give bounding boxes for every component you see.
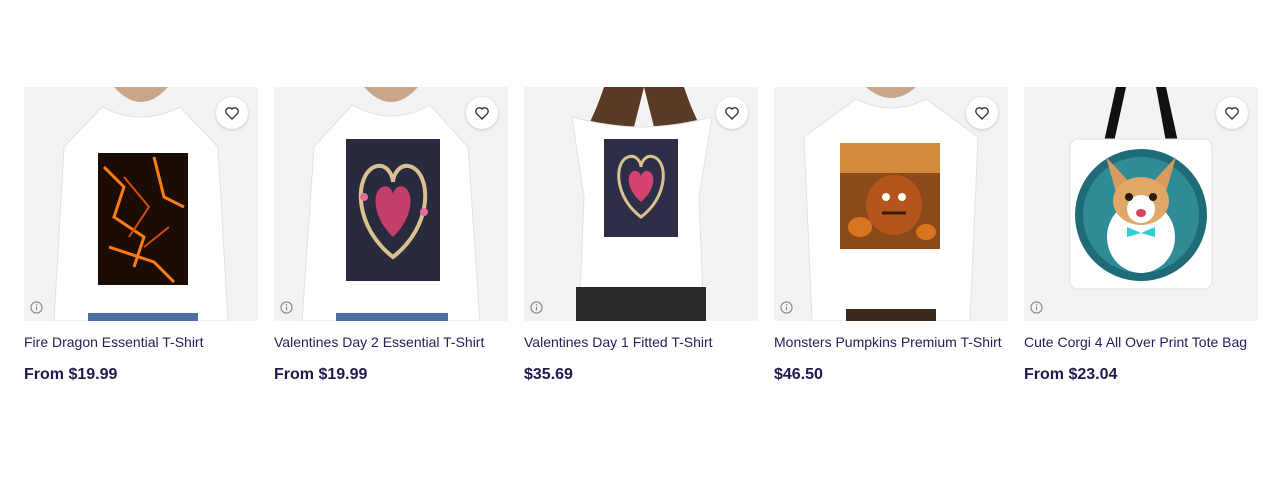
favorite-button[interactable] [466,97,498,129]
product-grid: Fire Dragon Essential T-Shirt From $19.9… [24,87,1258,385]
favorite-button[interactable] [716,97,748,129]
info-icon[interactable] [1030,301,1043,314]
product-image[interactable] [24,87,258,321]
heart-icon [225,107,239,120]
product-image[interactable] [274,87,508,321]
product-card[interactable]: Valentines Day 1 Fitted T-Shirt $35.69 [524,87,758,385]
product-image[interactable] [524,87,758,321]
info-icon[interactable] [30,301,43,314]
product-price: $35.69 [524,366,573,383]
product-price: From $19.99 [24,366,118,383]
product-card[interactable]: Valentines Day 2 Essential T-Shirt From … [274,87,508,385]
favorite-button[interactable] [216,97,248,129]
heart-icon [975,107,989,120]
product-title[interactable]: Valentines Day 2 Essential T-Shirt [274,333,508,351]
product-card[interactable]: Fire Dragon Essential T-Shirt From $19.9… [24,87,258,385]
product-price: From $23.04 [1024,366,1118,383]
product-image[interactable] [1024,87,1258,321]
product-title[interactable]: Fire Dragon Essential T-Shirt [24,333,258,351]
favorite-button[interactable] [966,97,998,129]
product-image[interactable] [774,87,1008,321]
product-card[interactable]: Cute Corgi 4 All Over Print Tote Bag Fro… [1024,87,1258,385]
favorite-button[interactable] [1216,97,1248,129]
product-price: $46.50 [774,366,823,383]
heart-icon [475,107,489,120]
info-icon[interactable] [780,301,793,314]
product-price: From $19.99 [274,366,368,383]
product-card[interactable]: Monsters Pumpkins Premium T-Shirt $46.50 [774,87,1008,385]
product-title[interactable]: Valentines Day 1 Fitted T-Shirt [524,333,758,351]
info-icon[interactable] [530,301,543,314]
heart-icon [725,107,739,120]
info-icon[interactable] [280,301,293,314]
product-title[interactable]: Cute Corgi 4 All Over Print Tote Bag [1024,333,1258,351]
heart-icon [1225,107,1239,120]
product-title[interactable]: Monsters Pumpkins Premium T-Shirt [774,333,1008,351]
